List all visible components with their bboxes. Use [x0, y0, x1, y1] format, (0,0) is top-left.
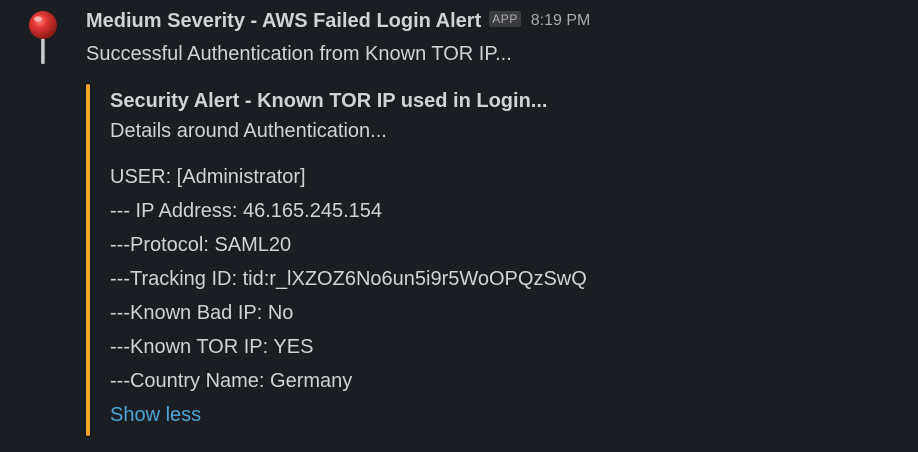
detail-tracking-id: ---Tracking ID: tid:r_lXZOZ6No6un5i9r5Wo… [110, 268, 587, 290]
attachment-details: USER: [Administrator] --- IP Address: 46… [110, 160, 906, 432]
message-header: Medium Severity - AWS Failed Login Alert… [86, 6, 906, 36]
detail-protocol: ---Protocol: SAML20 [110, 234, 292, 256]
alert-attachment: Security Alert - Known TOR IP used in Lo… [86, 84, 906, 436]
message-content: Medium Severity - AWS Failed Login Alert… [86, 6, 906, 436]
pushpin-icon[interactable] [26, 10, 60, 66]
message-timestamp[interactable]: 8:19 PM [531, 12, 591, 30]
attachment-title: Security Alert - Known TOR IP used in Lo… [110, 90, 548, 112]
attachment-subtitle: Details around Authentication... [110, 120, 387, 142]
detail-user: USER: [Administrator] [110, 166, 306, 188]
detail-known-tor-ip: ---Known TOR IP: YES [110, 336, 314, 358]
app-badge: APP [489, 11, 521, 27]
show-less-link[interactable]: Show less [110, 398, 201, 432]
sender-name[interactable]: Medium Severity - AWS Failed Login Alert [86, 10, 481, 33]
attachment-color-bar [86, 84, 90, 436]
detail-ip-address: --- IP Address: 46.165.245.154 [110, 200, 383, 222]
message-summary: Successful Authentication from Known TOR… [86, 43, 512, 65]
detail-known-bad-ip: ---Known Bad IP: No [110, 302, 294, 324]
detail-country-name: ---Country Name: Germany [110, 370, 353, 392]
message: Medium Severity - AWS Failed Login Alert… [0, 0, 918, 452]
